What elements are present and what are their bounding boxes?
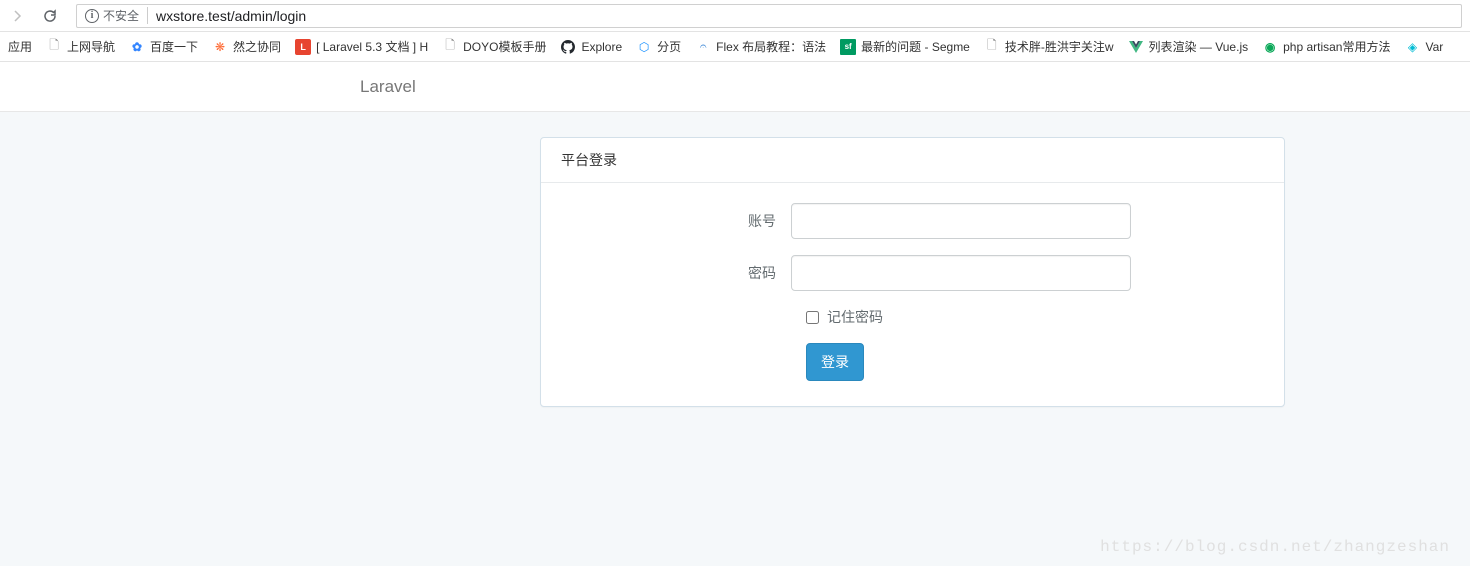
panel-heading: 平台登录	[541, 138, 1284, 183]
bookmark-label: 百度一下	[150, 38, 198, 55]
bookmark-label: [ Laravel 5.3 文档 ] H	[316, 38, 428, 55]
login-panel: 平台登录 账号 密码 记住密码 登录	[540, 137, 1285, 407]
security-badge: i 不安全	[85, 7, 148, 24]
bookmark-item[interactable]: ✿ 百度一下	[129, 38, 198, 55]
bookmark-label: DOYO模板手册	[463, 38, 546, 55]
panel-body: 账号 密码 记住密码 登录	[541, 183, 1284, 406]
username-input[interactable]	[791, 203, 1131, 239]
circle-icon: ◉	[1262, 39, 1278, 55]
form-group-password: 密码	[561, 255, 1264, 291]
segmentfault-icon: sf	[840, 39, 856, 55]
bookmark-label: 上网导航	[67, 38, 115, 55]
bookmark-item[interactable]: 🗋 DOYO模板手册	[442, 38, 546, 55]
bookmark-item[interactable]: ◉ php artisan常用方法	[1262, 38, 1390, 55]
bookmark-label: 最新的问题 - Segme	[861, 38, 970, 55]
navbar-brand[interactable]: Laravel	[360, 77, 416, 97]
bookmark-item[interactable]: 列表渲染 — Vue.js	[1128, 38, 1249, 55]
baidu-icon: ✿	[129, 39, 145, 55]
bookmark-label: 技术胖-胜洪宇关注w	[1005, 38, 1114, 55]
reload-button[interactable]	[40, 6, 60, 26]
remember-checkbox[interactable]	[806, 311, 819, 324]
remember-group: 记住密码	[806, 307, 1264, 327]
bookmark-item[interactable]: sf 最新的问题 - Segme	[840, 38, 970, 55]
bookmarks-bar: 应用 🗋 上网导航 ✿ 百度一下 ❋ 然之协同 L [ Laravel 5.3 …	[0, 32, 1470, 62]
bookmark-label: 分页	[657, 38, 681, 55]
bookmark-item[interactable]: ⬡ 分页	[636, 38, 681, 55]
bookmark-label: Explore	[581, 40, 622, 54]
bookmark-item[interactable]: 𝄐 Flex 布局教程：语法	[695, 38, 826, 55]
container: 平台登录 账号 密码 记住密码 登录	[460, 137, 1360, 407]
bookmark-item[interactable]: 🗋 上网导航	[46, 38, 115, 55]
bookmark-item[interactable]: L [ Laravel 5.3 文档 ] H	[295, 38, 428, 55]
browser-toolbar: i 不安全 wxstore.test/admin/login	[0, 0, 1470, 32]
remember-label: 记住密码	[827, 307, 883, 327]
diamond-icon: ◈	[1404, 39, 1420, 55]
navbar: Laravel	[0, 62, 1470, 112]
bookmark-item[interactable]: 🗋 技术胖-胜洪宇关注w	[984, 38, 1114, 55]
watermark: https://blog.csdn.net/zhangzeshan	[1100, 538, 1450, 556]
bookmark-label: Var	[1425, 40, 1443, 54]
bookmark-label: php artisan常用方法	[1283, 38, 1390, 55]
form-group-username: 账号	[561, 203, 1264, 239]
bookmark-label: 列表渲染 — Vue.js	[1149, 38, 1249, 55]
file-icon: 🗋	[984, 39, 1000, 55]
info-icon: i	[85, 9, 99, 23]
flex-icon: 𝄐	[695, 39, 711, 55]
bookmark-label: Flex 布局教程：语法	[716, 38, 826, 55]
forward-button[interactable]	[8, 6, 28, 26]
laravel-icon: L	[295, 39, 311, 55]
security-label: 不安全	[103, 7, 139, 24]
bookmark-item[interactable]: Explore	[560, 39, 622, 55]
page-content: Laravel 平台登录 账号 密码 记住密码	[0, 62, 1470, 566]
fire-icon: ❋	[212, 39, 228, 55]
bookmark-label: 然之协同	[233, 38, 281, 55]
bookmark-item[interactable]: ❋ 然之协同	[212, 38, 281, 55]
password-input[interactable]	[791, 255, 1131, 291]
bookmark-item[interactable]: ◈ Var	[1404, 39, 1443, 55]
github-icon	[560, 39, 576, 55]
file-icon: 🗋	[442, 39, 458, 55]
file-icon: 🗋	[46, 39, 62, 55]
username-label: 账号	[561, 211, 791, 231]
address-bar[interactable]: i 不安全 wxstore.test/admin/login	[76, 4, 1462, 28]
hex-icon: ⬡	[636, 39, 652, 55]
password-label: 密码	[561, 263, 791, 283]
bookmark-label: 应用	[8, 38, 32, 55]
vue-icon	[1128, 39, 1144, 55]
bookmark-apps[interactable]: 应用	[8, 38, 32, 55]
login-button[interactable]: 登录	[806, 343, 864, 381]
url-text: wxstore.test/admin/login	[156, 8, 306, 24]
